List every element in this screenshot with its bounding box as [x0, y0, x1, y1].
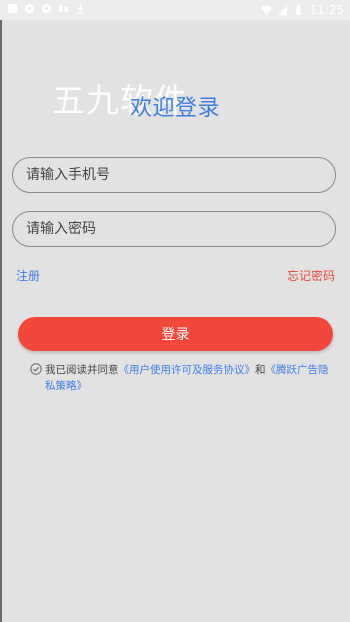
user-agreement-link[interactable]: 《用户使用许可及服务协议》	[119, 364, 256, 376]
agreement-row: 我已阅读并同意《用户使用许可及服务协议》和《腾跃广告隐私策略》	[30, 362, 330, 394]
square-icon	[7, 3, 18, 14]
page-title: 欢迎登录	[129, 96, 220, 121]
battery-icon	[296, 4, 302, 15]
password-field[interactable]	[12, 211, 336, 247]
forgot-password-link[interactable]: 忘记密码	[287, 267, 335, 284]
register-link[interactable]: 注册	[16, 267, 40, 284]
login-button[interactable]: 登录	[18, 317, 333, 351]
status-bar-left-icons	[7, 3, 86, 14]
phone-field[interactable]	[12, 157, 336, 193]
settings-circle-icon	[41, 3, 52, 14]
agreement-and: 和	[255, 364, 266, 376]
signal-icon	[278, 5, 288, 15]
status-bar-right: 11:25	[261, 2, 344, 18]
download-icon	[76, 3, 85, 14]
phone-input[interactable]	[13, 158, 335, 192]
settings-circle-icon	[24, 3, 35, 14]
data-icon	[58, 4, 69, 13]
status-time: 11:25	[309, 3, 344, 17]
wifi-icon	[261, 4, 273, 15]
check-circle-icon[interactable]	[30, 363, 42, 375]
agreement-text: 我已阅读并同意《用户使用许可及服务协议》和《腾跃广告隐私策略》	[45, 362, 330, 394]
status-bar: 11:25	[0, 0, 350, 20]
agreement-prefix: 我已阅读并同意	[45, 364, 119, 376]
password-input[interactable]	[13, 212, 335, 246]
